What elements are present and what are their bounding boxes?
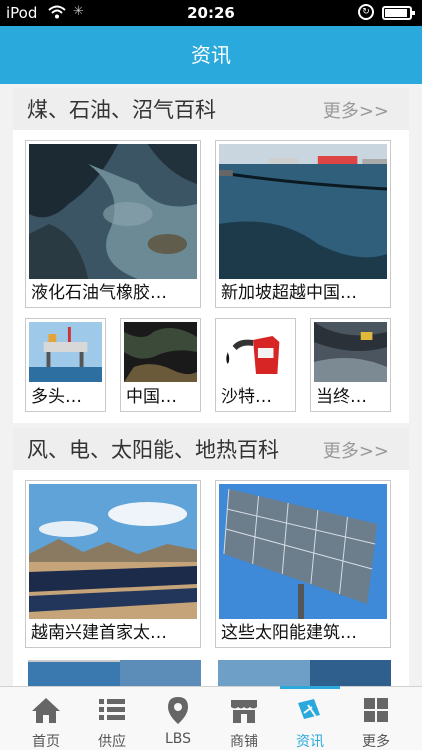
news-card-title: 多头… (31, 387, 82, 407)
news-card-title: 新加坡超越中国… (221, 283, 357, 303)
news-thumbnail (29, 484, 197, 619)
tab-label: 供应 (98, 734, 126, 750)
tab-label: 首页 (32, 734, 60, 750)
section-title: 风、电、太阳能、地热百科 (27, 438, 279, 462)
news-thumbnail (219, 484, 387, 619)
grid-icon (364, 698, 388, 722)
tab-label: 更多 (362, 734, 390, 750)
tab-label: 资讯 (296, 734, 324, 750)
news-thumbnail (314, 322, 387, 382)
more-link[interactable]: 更多>> (323, 97, 389, 123)
news-card[interactable]: 多头… (25, 318, 106, 412)
more-link[interactable]: 更多>> (323, 437, 389, 463)
news-card[interactable]: 沙特… (215, 318, 296, 412)
news-thumbnail (219, 322, 292, 382)
tab-label: 商铺 (230, 734, 258, 750)
news-thumbnail (120, 660, 201, 686)
news-thumbnail (219, 144, 387, 279)
news-icon (298, 699, 320, 719)
news-card-title: 这些太阳能建筑… (221, 623, 357, 643)
news-thumbnail (310, 660, 391, 686)
news-thumbnail (124, 322, 197, 382)
tab-bar: 首页 供应 LBS 商铺 资讯 更多 (0, 686, 422, 750)
news-card-title: 当终… (316, 387, 367, 407)
tab-store[interactable]: 商铺 (211, 687, 277, 750)
news-card-title: 中国… (126, 387, 177, 407)
list-icon (99, 699, 125, 720)
battery-icon (382, 6, 415, 20)
rotation-lock-icon: ↻ (358, 4, 374, 20)
page-title: 资讯 (0, 26, 422, 84)
news-thumbnail (29, 144, 197, 279)
store-icon (231, 700, 257, 723)
news-thumbnail (29, 322, 102, 382)
news-card[interactable]: 中国… (120, 318, 201, 412)
tab-more[interactable]: 更多 (343, 687, 409, 750)
news-card-title: 越南兴建首家太… (31, 623, 167, 643)
news-card[interactable]: 这些太阳能建筑… (215, 480, 391, 648)
tab-news[interactable]: 资讯 (277, 686, 343, 750)
tab-supply[interactable]: 供应 (79, 687, 145, 750)
section-header-fossil: 煤、石油、沼气百科 更多>> (13, 88, 409, 130)
status-bar: iPod ✳ 20:26 ↻ (0, 0, 422, 26)
section-header-renewables: 风、电、太阳能、地热百科 更多>> (13, 428, 409, 470)
news-card[interactable]: 新加坡超越中国… (215, 140, 391, 308)
news-card-title: 沙特… (221, 387, 272, 407)
news-card[interactable]: 越南兴建首家太… (25, 480, 201, 648)
section-title: 煤、石油、沼气百科 (27, 98, 216, 122)
news-card[interactable]: 液化石油气橡胶… (25, 140, 201, 308)
tab-lbs[interactable]: LBS (145, 687, 211, 750)
news-card[interactable]: 当终… (310, 318, 391, 412)
tab-label: LBS (164, 731, 192, 747)
news-card-title: 液化石油气橡胶… (31, 283, 167, 303)
tab-home[interactable]: 首页 (13, 687, 79, 750)
location-pin-icon (168, 697, 188, 724)
home-icon (32, 698, 60, 723)
